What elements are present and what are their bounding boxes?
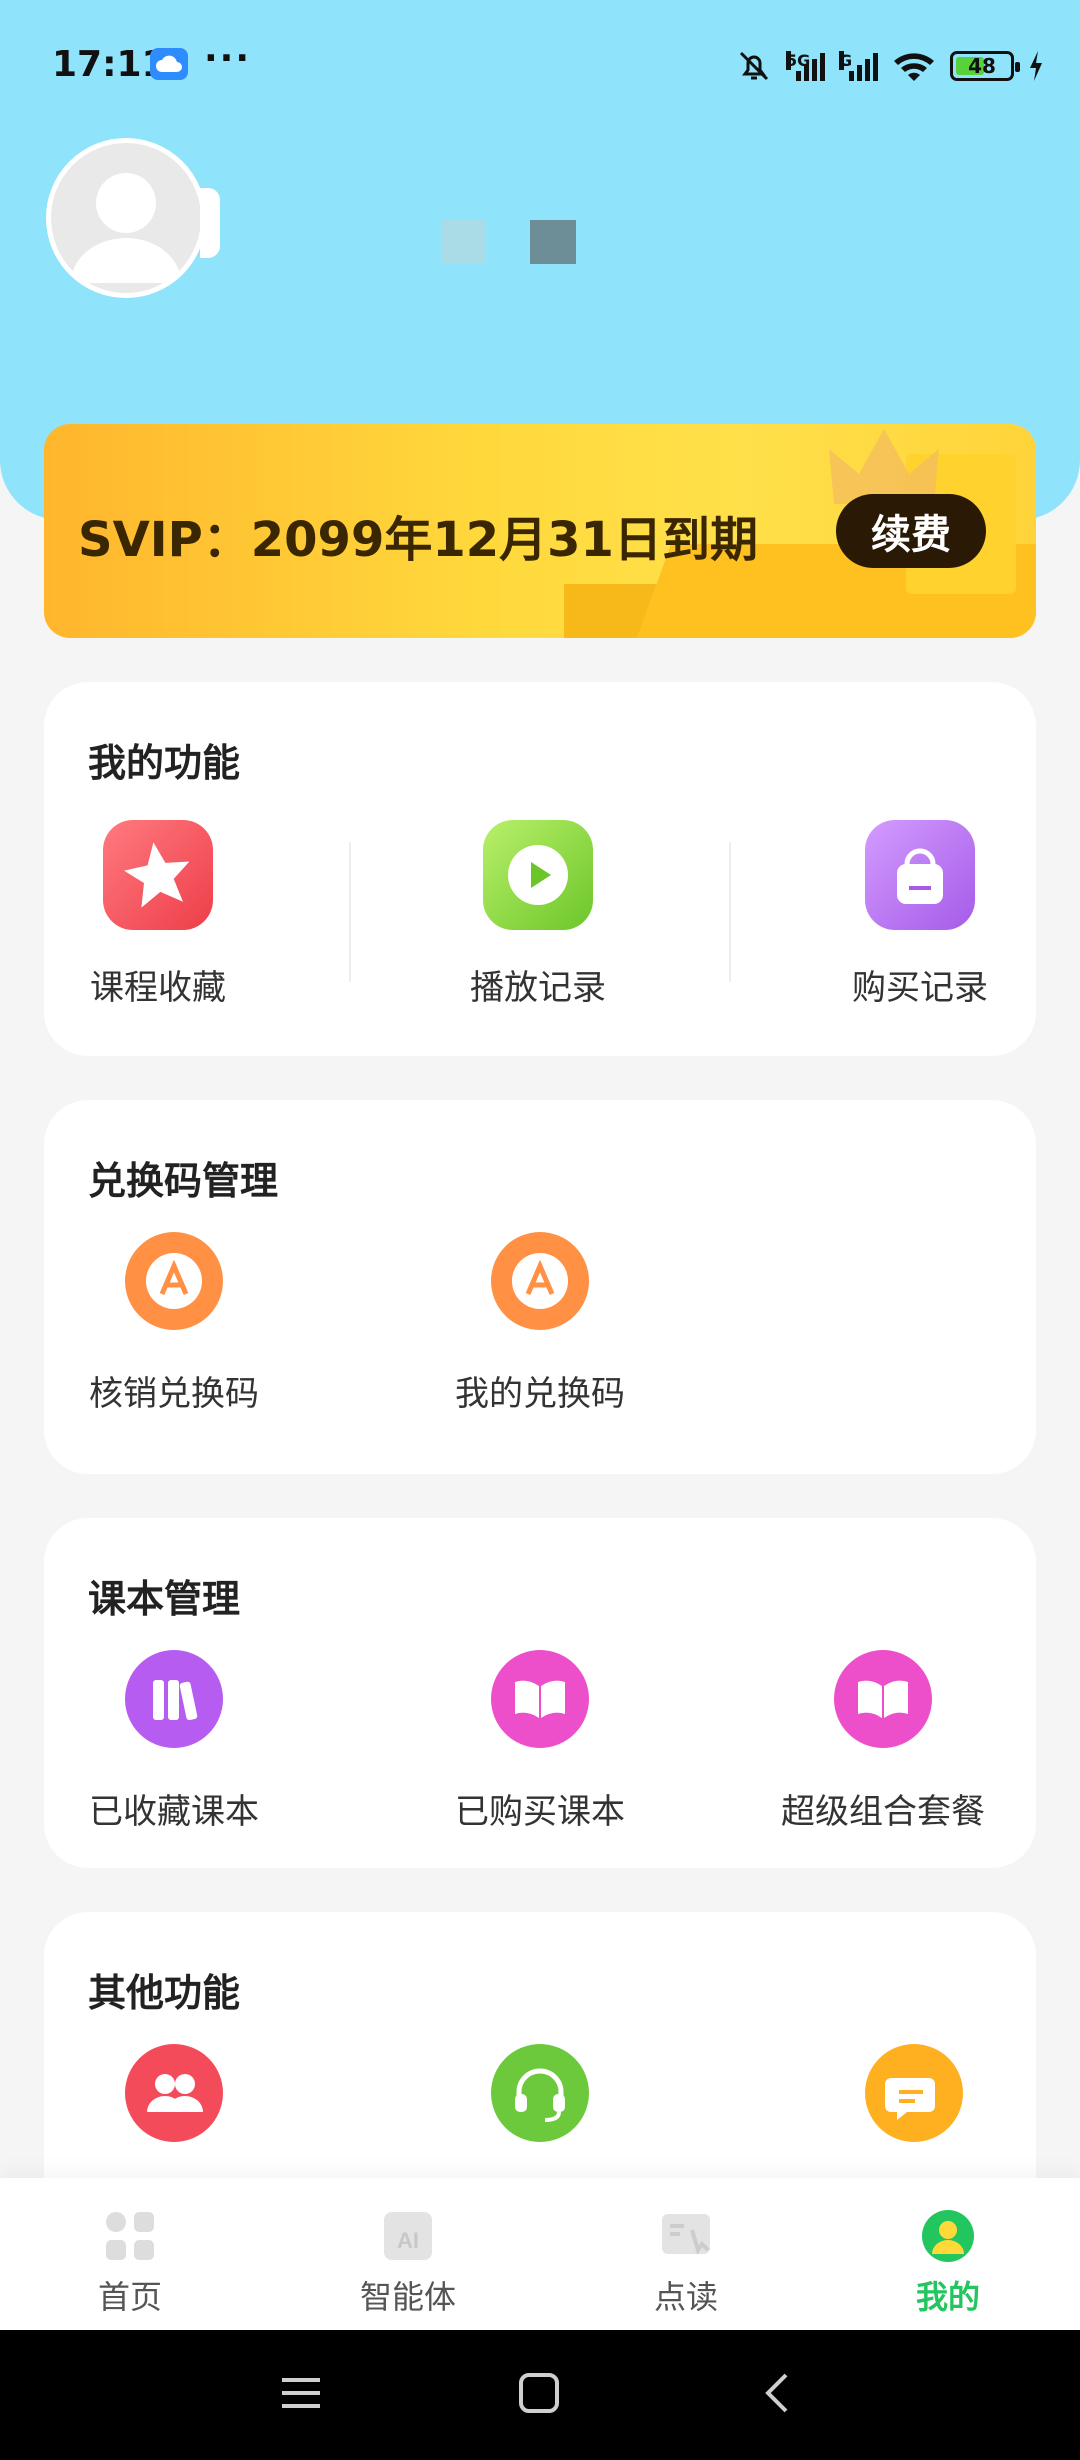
section-title: 我的功能 — [88, 741, 241, 785]
nav-label: 首页 — [97, 2278, 162, 2316]
wifi-icon — [894, 53, 934, 81]
super-bundle-item[interactable]: 超级组合套餐 — [768, 1650, 998, 1833]
redeem-code-icon — [491, 1232, 589, 1330]
charging-icon — [1030, 51, 1042, 81]
other-function-item[interactable] — [824, 2044, 1004, 2142]
play-history-item[interactable]: 播放记录 — [468, 820, 608, 1009]
divider — [349, 842, 351, 982]
system-nav-bar — [0, 2330, 1080, 2460]
vip-card[interactable]: SVIP：2099年12月31日到期 续费 — [44, 424, 1036, 638]
my-redeem-codes-item[interactable]: 我的兑换码 — [450, 1232, 630, 1415]
my-functions-card: 我的功能 课程收藏 播放记录 购买记录 — [44, 682, 1036, 1056]
play-icon — [483, 820, 593, 930]
battery-level: 48 — [968, 54, 996, 78]
users-icon — [125, 2044, 223, 2142]
nav-home[interactable]: 首页 — [50, 2208, 210, 2318]
star-icon — [103, 820, 213, 930]
headset-icon — [491, 2044, 589, 2142]
bottom-nav: 首页 AI 智能体 点读 我的 — [0, 2178, 1080, 2330]
section-title: 课本管理 — [88, 1577, 241, 1621]
svg-text:AI: AI — [397, 2228, 419, 2253]
blurred-username-part — [530, 220, 576, 264]
nav-label: 我的 — [915, 2278, 980, 2316]
other-function-item[interactable] — [84, 2044, 264, 2142]
nav-mine[interactable]: 我的 — [868, 2208, 1028, 2318]
open-book-icon — [491, 1650, 589, 1748]
nav-read-point[interactable]: 点读 — [606, 2208, 766, 2318]
read-point-icon — [658, 2208, 714, 2264]
renew-button[interactable]: 续费 — [836, 494, 986, 568]
item-label: 课程收藏 — [90, 968, 226, 1008]
signal-5g-label: 5G — [786, 51, 811, 70]
item-label: 购买记录 — [852, 968, 988, 1008]
purchased-textbooks-item[interactable]: 已购买课本 — [450, 1650, 630, 1833]
item-label: 超级组合套餐 — [781, 1792, 985, 1832]
battery-icon: 48 — [950, 51, 1020, 81]
item-label: 核销兑换码 — [89, 1374, 259, 1414]
favorited-textbooks-item[interactable]: 已收藏课本 — [84, 1650, 264, 1833]
signal-g-icon: G — [839, 51, 878, 81]
item-label: 已购买课本 — [455, 1792, 625, 1832]
cloud-icon — [150, 48, 188, 80]
item-label: 播放记录 — [470, 968, 606, 1008]
section-title: 其他功能 — [88, 1971, 241, 2015]
section-title: 兑换码管理 — [88, 1159, 279, 1203]
nav-ai-agent[interactable]: AI 智能体 — [328, 2208, 488, 2318]
shopping-bag-icon — [865, 820, 975, 930]
signal-g-label: G — [839, 51, 853, 70]
redeem-code-icon — [125, 1232, 223, 1330]
nav-label: 智能体 — [359, 2278, 456, 2316]
nav-label: 点读 — [653, 2278, 718, 2316]
verify-redeem-code-item[interactable]: 核销兑换码 — [84, 1232, 264, 1415]
menu-icon[interactable] — [278, 2370, 324, 2416]
blurred-username — [442, 220, 486, 264]
status-icons: 5G G 48 — [736, 44, 1044, 88]
avatar[interactable] — [46, 138, 206, 298]
redeem-code-card: 兑换码管理 核销兑换码 我的兑换码 — [44, 1100, 1036, 1474]
home-icon[interactable] — [516, 2370, 562, 2416]
vip-expiry-text: SVIP：2099年12月31日到期 — [78, 512, 758, 568]
item-label: 已收藏课本 — [89, 1792, 259, 1832]
status-bar: 17:11 ··· 5G G 48 — [0, 0, 1080, 130]
mute-bell-icon — [739, 51, 769, 81]
books-icon — [125, 1650, 223, 1748]
more-notifications-icon: ··· — [204, 38, 252, 79]
other-function-item[interactable] — [450, 2044, 630, 2142]
chat-icon — [865, 2044, 963, 2142]
avatar-edge — [200, 188, 220, 258]
ai-icon: AI — [380, 2208, 436, 2264]
signal-5g-icon: 5G — [786, 51, 825, 81]
course-favorites-item[interactable]: 课程收藏 — [88, 820, 228, 1009]
purchase-history-item[interactable]: 购买记录 — [848, 820, 992, 1009]
back-icon[interactable] — [756, 2370, 802, 2416]
item-label: 我的兑换码 — [455, 1374, 625, 1414]
open-book-icon — [834, 1650, 932, 1748]
divider — [729, 842, 731, 982]
textbook-management-card: 课本管理 已收藏课本 已购买课本 超级组合套餐 — [44, 1518, 1036, 1868]
profile-icon — [920, 2208, 976, 2264]
home-grid-icon — [102, 2208, 158, 2264]
